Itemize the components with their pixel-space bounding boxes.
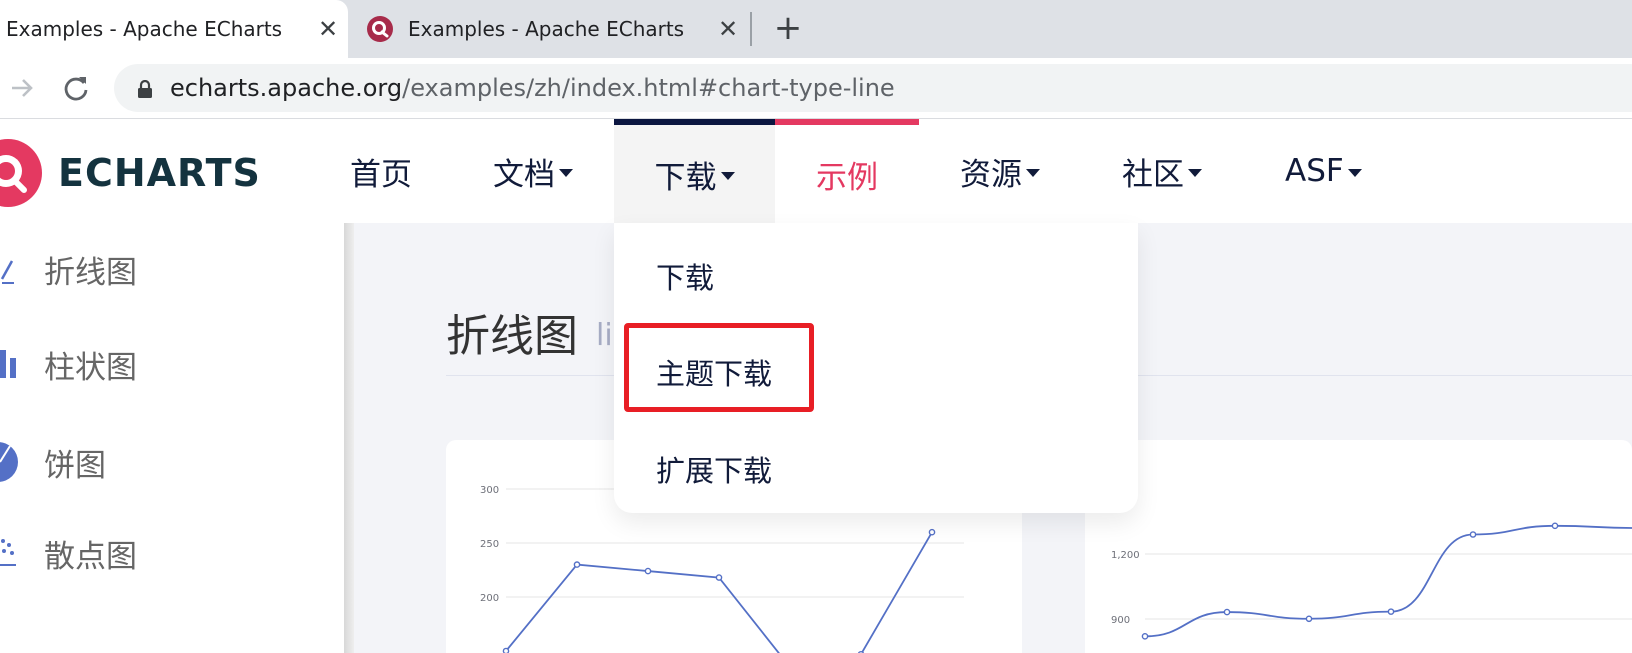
sidebar-item-label: 柱状图 — [44, 349, 137, 386]
series-line — [1144, 524, 1632, 638]
caret-down-icon — [1188, 169, 1202, 177]
nav-label: 示例 — [816, 159, 878, 196]
nav-label: ASF — [1285, 153, 1344, 189]
data-point — [928, 528, 936, 536]
y-tick-label: 300 — [480, 485, 499, 496]
dropdown-item-download[interactable]: 下载 — [656, 255, 714, 297]
close-icon[interactable]: ✕ — [308, 15, 348, 43]
url-host: echarts.apache.org — [170, 74, 403, 102]
nav-label: 社区 — [1122, 156, 1184, 193]
line-chart-2: 1,200 900 — [1111, 522, 1632, 640]
series-line — [505, 531, 933, 653]
line-chart-icon — [0, 249, 44, 289]
section-title: 折线图 — [446, 311, 578, 362]
sidebar-item-pie[interactable]: 饼图 — [0, 432, 106, 492]
data-point — [644, 567, 652, 575]
close-icon[interactable]: ✕ — [708, 15, 748, 43]
echarts-logo[interactable]: ECHARTS — [0, 137, 261, 209]
lock-icon — [136, 79, 154, 102]
browser-tab-inactive[interactable]: Examples - Apache ECharts ✕ — [348, 0, 748, 58]
caret-down-icon — [720, 172, 735, 180]
sidebar-item-label: 折线图 — [44, 254, 137, 291]
nav-asf[interactable]: ASF — [1285, 119, 1362, 223]
data-point — [1141, 633, 1149, 640]
data-point — [715, 574, 723, 581]
nav-docs[interactable]: 文档 — [493, 119, 573, 223]
sidebar-item-label: 散点图 — [44, 538, 137, 575]
y-tick-label: 250 — [480, 539, 499, 550]
nav-community[interactable]: 社区 — [1122, 119, 1202, 223]
highlight-annotation-box — [624, 323, 814, 412]
y-tick-label: 200 — [480, 593, 499, 604]
tab-title: Examples - Apache ECharts — [6, 17, 283, 41]
address-bar[interactable]: echarts.apache.org/examples/zh/index.htm… — [114, 64, 1632, 112]
caret-down-icon — [1347, 169, 1362, 177]
url-text: echarts.apache.org/examples/zh/index.htm… — [170, 64, 895, 112]
browser-tab-bar: Examples - Apache ECharts ✕ Examples - A… — [0, 0, 1632, 58]
nav-examples[interactable]: 示例 — [775, 119, 919, 223]
browser-toolbar: echarts.apache.org/examples/zh/index.htm… — [0, 58, 1632, 119]
sidebar-item-line[interactable]: 折线图 — [0, 239, 137, 299]
sidebar-item-scatter[interactable]: 散点图 — [0, 523, 137, 583]
data-point — [1387, 608, 1395, 615]
forward-icon[interactable] — [2, 68, 42, 108]
echarts-logo-icon — [0, 139, 42, 207]
nav-resources[interactable]: 资源 — [960, 119, 1040, 223]
section-subtitle: li — [596, 318, 613, 353]
browser-tab-active[interactable]: Examples - Apache ECharts ✕ — [0, 0, 348, 58]
nav-download[interactable]: 下载 — [614, 119, 775, 223]
sidebar-scroll-edge — [344, 223, 354, 653]
site-header: ECHARTS 首页 文档 下载 示例 资源 社区 ASF — [0, 119, 1632, 223]
echarts-favicon-icon — [366, 15, 394, 43]
y-tick-label: 1,200 — [1111, 550, 1140, 561]
tab-title: Examples - Apache ECharts — [408, 17, 685, 41]
pie-chart-icon — [0, 442, 44, 482]
data-point — [1223, 608, 1231, 616]
url-path: /examples/zh/index.html#chart-type-line — [402, 74, 895, 102]
dropdown-item-extension-download[interactable]: 扩展下载 — [656, 448, 772, 490]
scatter-chart-icon — [0, 533, 44, 573]
nav-home[interactable]: 首页 — [350, 119, 412, 223]
data-point — [1305, 615, 1313, 623]
reload-icon[interactable] — [56, 68, 96, 108]
nav-label: 首页 — [350, 156, 412, 193]
bar-chart-icon — [0, 344, 44, 384]
chart-type-sidebar: 折线图 柱状图 饼图 散点图 — [0, 223, 344, 653]
brand-name: ECHARTS — [58, 151, 261, 195]
nav-label: 下载 — [654, 159, 717, 196]
tab-separator — [750, 12, 752, 46]
example-card-2[interactable]: 1,200 900 — [1085, 440, 1632, 653]
data-point — [1469, 531, 1477, 538]
caret-down-icon — [1026, 169, 1040, 177]
nav-label: 资源 — [960, 156, 1022, 193]
data-point — [1551, 522, 1559, 530]
sidebar-item-bar[interactable]: 柱状图 — [0, 334, 137, 394]
sidebar-item-label: 饼图 — [44, 447, 106, 484]
data-point — [502, 647, 510, 653]
caret-down-icon — [559, 169, 573, 177]
data-point — [573, 561, 581, 568]
new-tab-icon[interactable]: + — [768, 8, 808, 48]
y-tick-label: 900 — [1111, 615, 1130, 626]
nav-label: 文档 — [493, 156, 555, 193]
